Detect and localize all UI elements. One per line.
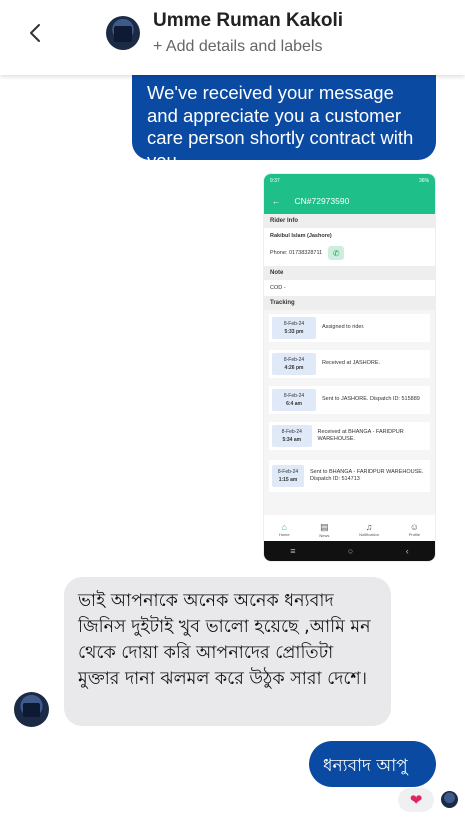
received-message-bubble[interactable]: ভাই আপনাকে অনেক অনেক ধন্যবাদ জিনিস দুইটা… — [64, 577, 391, 726]
rider-name: Rakibul Islam (Jashore) — [270, 233, 332, 239]
tracking-text: Received at JASHORE. — [322, 360, 381, 367]
nav-label: Profile — [408, 532, 421, 537]
nav-label: Notification — [359, 532, 379, 537]
sender-avatar[interactable] — [14, 692, 49, 727]
tracking-item: 8-Feb-24 1:15 am Sent to BHANGA - FARIDPU… — [269, 460, 430, 492]
nav-notification: ♫ Notification — [359, 519, 379, 543]
rider-info-label: Rider Info — [264, 214, 435, 228]
back-triangle-icon: ‹ — [405, 546, 409, 556]
news-icon: ▤ — [320, 522, 329, 532]
user-icon: ☺ — [409, 522, 419, 532]
contact-avatar[interactable] — [106, 16, 140, 50]
rider-phone-row: Phone: 01738328711 ✆ — [264, 244, 435, 266]
sent-thanks-text: ধন্যবাদ আপু — [323, 756, 408, 776]
rider-phone: Phone: 01738328711 — [270, 250, 323, 256]
phone-icon: ✆ — [328, 246, 345, 260]
heart-reaction[interactable]: ❤ — [398, 788, 434, 812]
tracking-date: 8-Feb-24 — [283, 357, 305, 363]
tracking-list: 8-Feb-24 5:33 pm Assigned to rider. 8-Feb… — [264, 310, 435, 515]
received-message-text: ভাই আপনাকে অনেক অনেক ধন্যবাদ জিনিস দুইটা… — [78, 591, 371, 689]
menu-icon: ≡ — [290, 546, 296, 556]
tracking-time: 5:34 am — [282, 437, 302, 443]
sent-thanks-bubble[interactable]: ধন্যবাদ আপু — [309, 741, 436, 787]
heart-icon: ❤ — [409, 791, 423, 809]
tracking-item: 8-Feb-24 5:34 am Received at BHANGA - FAR… — [269, 422, 430, 450]
chevron-left-icon — [30, 24, 40, 42]
status-time: 9:37 — [270, 178, 280, 184]
sent-message-text: We've received your message and apprecia… — [147, 82, 414, 171]
note-label: Note — [264, 266, 435, 280]
tracking-date: 8-Feb-24 — [277, 469, 299, 475]
tracking-text: Sent to BHANGA - FARIDPUR WAREHOUSE. Dis… — [310, 468, 424, 483]
conversation-header: Umme Ruman Kakoli + Add details and labe… — [0, 0, 465, 75]
note-value: COD - — [270, 285, 286, 291]
nav-label: Home — [278, 532, 290, 537]
tracking-time: 1:15 am — [278, 477, 298, 483]
tracking-label: Tracking — [264, 296, 435, 310]
tracking-time: 5:33 pm — [284, 329, 304, 335]
image-attachment[interactable]: 9:37 36% ← CN#72973590 Rider Info Rakibu… — [263, 173, 436, 562]
app-bottom-nav: ⌂ Home ▤ News ♫ Notification ☺ Profile — [264, 519, 435, 543]
phone-status-bar: 9:37 36% — [264, 174, 435, 188]
bell-icon: ♫ — [365, 522, 373, 532]
back-button[interactable] — [24, 19, 48, 47]
tracking-item: 8-Feb-24 6:4 am Sent to JASHORE. Dispatch… — [269, 386, 430, 414]
nav-profile: ☺ Profile — [409, 519, 420, 543]
nav-home: ⌂ Home — [279, 519, 290, 543]
arrow-left-icon: ← — [272, 196, 281, 206]
tracking-item: 8-Feb-24 5:33 pm Assigned to rider. — [269, 314, 430, 342]
tracking-date: 8-Feb-24 — [283, 393, 305, 399]
system-nav-bar: ≡ ○ ‹ — [264, 541, 435, 561]
tracking-time: 6:4 am — [286, 401, 302, 407]
nav-news: ▤ News — [319, 519, 329, 543]
add-details-link[interactable]: + Add details and labels — [153, 38, 322, 56]
tracking-date: 8-Feb-24 — [281, 429, 302, 435]
seen-avatar — [441, 791, 458, 808]
tracking-text: Received at BHANGA - FARIDPUR WAREHOUSE. — [317, 428, 404, 443]
consignment-title: CN#72973590 — [294, 196, 350, 206]
nav-label: News — [319, 533, 330, 538]
tracking-text: Sent to JASHORE. Dispatch ID: 515889 — [322, 396, 420, 403]
home-icon: ⌂ — [281, 522, 287, 532]
contact-name[interactable]: Umme Ruman Kakoli — [153, 10, 343, 32]
home-circle-icon: ○ — [347, 546, 354, 556]
tracking-item: 8-Feb-24 4:26 pm Received at JASHORE. — [269, 350, 430, 378]
tracking-time: 4:26 pm — [284, 365, 304, 371]
tracking-date: 8-Feb-24 — [283, 321, 305, 327]
tracking-text: Assigned to rider. — [322, 324, 365, 331]
app-bar: ← CN#72973590 — [264, 188, 435, 214]
status-battery: 36% — [418, 178, 429, 184]
